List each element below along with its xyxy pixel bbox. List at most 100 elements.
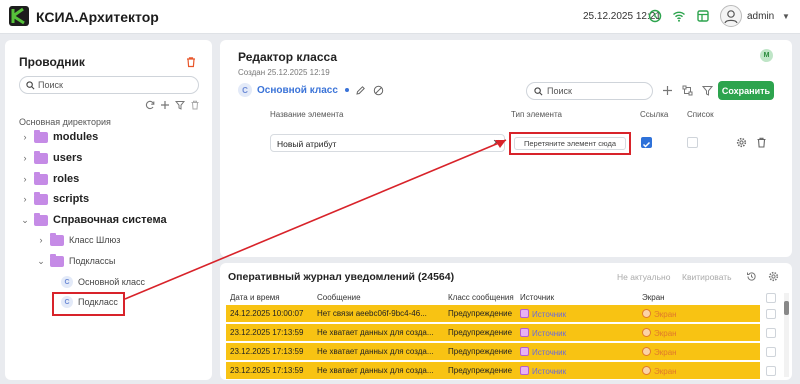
explorer-search-placeholder: Поиск xyxy=(38,80,63,90)
hierarchy-icon[interactable] xyxy=(682,85,693,96)
chevron-down-icon[interactable]: ⌄ xyxy=(35,256,47,267)
row-screen[interactable]: Экран xyxy=(642,309,677,319)
select-all-checkbox[interactable] xyxy=(766,293,776,303)
col-message: Сообщение xyxy=(317,293,361,302)
user-avatar[interactable] xyxy=(720,5,742,27)
save-button[interactable]: Сохранить xyxy=(718,81,774,100)
editor-search-input[interactable]: Поиск xyxy=(526,82,653,100)
delete-icon[interactable] xyxy=(190,100,200,110)
table-row[interactable]: 23.12.2025 17:13:59 Не хватает данных дл… xyxy=(226,324,760,342)
edit-icon[interactable] xyxy=(355,85,366,96)
tree-item-subclasses[interactable]: ⌄ Подклассы xyxy=(35,253,115,269)
row-screen[interactable]: Экран xyxy=(642,347,677,357)
source-icon xyxy=(520,309,529,318)
chevron-down-icon[interactable]: ▼ xyxy=(782,12,790,21)
row-source-label: Источник xyxy=(532,329,567,338)
tree-item-modules[interactable]: › modules xyxy=(19,129,98,145)
row-message: Не хватает данных для созда... xyxy=(317,366,434,375)
tree-item-reference-system[interactable]: ⌄ Справочная система xyxy=(19,212,167,228)
row-datetime: 23.12.2025 17:13:59 xyxy=(230,347,304,356)
attribute-name-input[interactable]: Новый атрибут × xyxy=(270,134,505,152)
col-screen: Экран xyxy=(642,293,665,302)
link-checkbox[interactable] xyxy=(641,137,652,148)
tree-item-scripts[interactable]: › scripts xyxy=(19,191,89,207)
user-badge[interactable]: M xyxy=(760,49,773,62)
row-screen[interactable]: Экран xyxy=(642,328,677,338)
plus-icon[interactable] xyxy=(160,100,170,110)
not-actual-button[interactable]: Не актуально xyxy=(617,272,670,282)
chevron-right-icon[interactable]: › xyxy=(19,194,31,204)
column-header-list: Список xyxy=(687,110,714,119)
tree-item-gateway-class[interactable]: › Класс Шлюз xyxy=(35,232,120,248)
tree-item-label: users xyxy=(53,152,83,164)
row-message: Нет связи aeebc06f-9bc4-46... xyxy=(317,309,427,318)
refresh-icon[interactable] xyxy=(145,100,155,110)
chevron-down-icon[interactable]: ⌄ xyxy=(19,215,31,226)
row-class: Предупреждение xyxy=(448,366,513,375)
tree-item-users[interactable]: › users xyxy=(19,150,82,166)
folder-icon xyxy=(34,150,48,164)
journal-title: Оперативный журнал уведомлений (24564) xyxy=(228,271,455,283)
chevron-right-icon[interactable]: › xyxy=(19,132,31,142)
type-drop-highlight: Перетяните элемент сюда xyxy=(509,132,631,155)
scrollbar-thumb[interactable] xyxy=(784,301,789,315)
disable-icon[interactable] xyxy=(373,85,384,96)
folder-icon xyxy=(34,171,48,185)
add-icon[interactable] xyxy=(662,85,673,96)
tree-item-roles[interactable]: › roles xyxy=(19,171,79,187)
row-source[interactable]: Источник xyxy=(520,328,566,338)
tree-item-label: Справочная система xyxy=(53,214,167,226)
row-message: Не хватает данных для созда... xyxy=(317,347,434,356)
list-checkbox[interactable] xyxy=(687,137,698,148)
col-source: Источник xyxy=(520,293,555,302)
row-screen[interactable]: Экран xyxy=(642,366,677,376)
tree-item-main-class[interactable]: C Основной класс xyxy=(61,274,145,290)
history-icon[interactable] xyxy=(746,271,757,282)
trash-icon[interactable] xyxy=(756,137,767,148)
quote-button[interactable]: Квитировать xyxy=(682,272,732,282)
unsaved-dot-icon xyxy=(344,88,349,92)
chevron-right-icon[interactable]: › xyxy=(19,174,31,184)
row-checkbox[interactable] xyxy=(766,347,776,357)
type-drop-zone[interactable]: Перетяните элемент сюда xyxy=(514,137,626,150)
user-icon xyxy=(724,10,738,24)
explorer-panel: Проводник Поиск Основная директория › mo… xyxy=(5,40,212,380)
folder-icon xyxy=(34,191,48,205)
row-checkbox[interactable] xyxy=(766,309,776,319)
chevron-right-icon[interactable]: › xyxy=(35,235,47,245)
explorer-title: Проводник xyxy=(19,55,85,69)
trash-icon[interactable] xyxy=(185,56,197,68)
row-checkbox[interactable] xyxy=(766,328,776,338)
journal-table-header: Дата и время Сообщение Класс сообщения И… xyxy=(226,293,760,305)
subclass-highlight-box xyxy=(52,292,125,316)
notification-journal-panel: Оперативный журнал уведомлений (24564) Н… xyxy=(220,263,792,380)
screen-icon xyxy=(642,328,651,337)
clock-icon[interactable] xyxy=(648,9,662,23)
row-checkbox[interactable] xyxy=(766,366,776,376)
row-source[interactable]: Источник xyxy=(520,366,566,376)
clear-icon[interactable]: × xyxy=(493,137,499,149)
class-name[interactable]: Основной класс xyxy=(257,85,338,96)
top-bar: КСИА.Архитектор 25.12.2025 12:21 admin ▼ xyxy=(0,0,800,34)
table-row[interactable]: 23.12.2025 17:13:59 Не хватает данных дл… xyxy=(226,362,760,380)
explorer-search-input[interactable]: Поиск xyxy=(19,76,199,94)
settings-icon[interactable] xyxy=(736,137,747,148)
settings-icon[interactable] xyxy=(768,271,779,282)
tree-item-label: Основной класс xyxy=(78,277,146,287)
table-row[interactable]: 23.12.2025 17:13:59 Не хватает данных дл… xyxy=(226,343,760,361)
row-source[interactable]: Источник xyxy=(520,309,566,319)
tree-item-label: roles xyxy=(53,173,80,185)
attribute-name-value: Новый атрибут xyxy=(277,139,337,149)
table-row[interactable]: 24.12.2025 10:00:07 Нет связи aeebc06f-9… xyxy=(226,305,760,323)
chevron-right-icon[interactable]: › xyxy=(19,153,31,163)
screen-icon xyxy=(642,366,651,375)
filter-icon[interactable] xyxy=(175,100,185,110)
row-source-label: Источник xyxy=(532,367,567,376)
col-datetime: Дата и время xyxy=(230,293,280,302)
filter-icon[interactable] xyxy=(702,85,713,96)
journal-scrollbar[interactable] xyxy=(784,293,789,377)
layout-icon[interactable] xyxy=(696,9,710,23)
wifi-icon[interactable] xyxy=(672,9,686,23)
username[interactable]: admin xyxy=(747,11,774,22)
row-source[interactable]: Источник xyxy=(520,347,566,357)
